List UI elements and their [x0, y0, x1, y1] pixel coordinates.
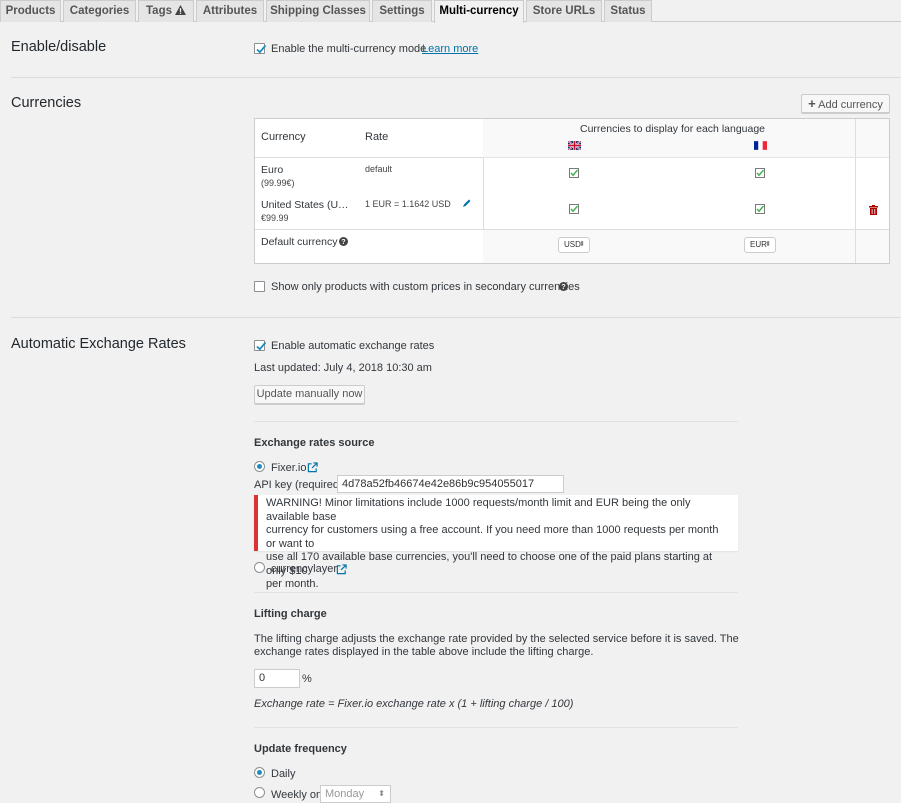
enable-section-title: Enable/disable — [11, 39, 107, 55]
tab-multi-currency[interactable]: Multi-currency — [434, 0, 524, 23]
add-currency-button[interactable]: + Add currency — [801, 94, 890, 113]
tab-store-urls[interactable]: Store URLs — [526, 0, 602, 22]
enabled-check-icon[interactable] — [755, 168, 765, 178]
enable-auto-rates-checkbox[interactable] — [254, 340, 267, 351]
api-warning-notice: WARNING! Minor limitations include 1000 … — [254, 495, 738, 590]
tab-attributes[interactable]: Attributes — [196, 0, 264, 22]
show-only-custom-prices-label: Show only products with custom prices in… — [271, 281, 580, 293]
update-frequency-heading: Update frequency — [254, 743, 347, 755]
currency-sample-usd: €99.99 — [261, 213, 289, 223]
weekday-select[interactable]: Monday ⬍ — [320, 785, 391, 803]
currency-table: Currency Rate Currencies to display for … — [254, 118, 890, 264]
exchange-source-heading: Exchange rates source — [254, 437, 375, 449]
warning-line: per month. — [266, 578, 319, 590]
plus-icon: + — [808, 96, 816, 111]
col-divider — [855, 119, 856, 263]
tab-status[interactable]: Status — [604, 0, 652, 22]
api-key-input[interactable]: 4d78a52fb46674e42e86b9c954055017 — [337, 475, 564, 493]
enabled-check-icon[interactable] — [569, 168, 579, 178]
default-currency-label: Default currency — [261, 236, 338, 248]
warning-line: WARNING! Minor limitations include 1000 … — [266, 497, 691, 523]
source-currencylayer-radio[interactable] — [254, 562, 265, 573]
enable-multicurrency-label: Enable the multi-currency mode — [271, 43, 427, 55]
currency-rate-euro: default — [365, 164, 393, 174]
tab-settings[interactable]: Settings — [372, 0, 432, 22]
enable-multicurrency-checkbox[interactable] — [254, 43, 267, 54]
tab-tags[interactable]: Tags — [138, 0, 194, 22]
exchange-rate-formula: Exchange rate = Fixer.io exchange rate x… — [254, 698, 574, 710]
divider — [254, 592, 738, 593]
percent-sign: % — [302, 673, 312, 685]
default-currency-select-fr[interactable]: EUR ⬍ — [744, 237, 776, 253]
warning-icon — [175, 5, 186, 15]
currency-name-usd: United States (U… — [261, 199, 349, 211]
tab-shipping-classes[interactable]: Shipping Classes — [266, 0, 370, 22]
show-only-custom-prices-checkbox[interactable] — [254, 281, 265, 292]
col-divider — [483, 157, 484, 229]
source-fixer-label: Fixer.io — [271, 462, 307, 474]
enabled-check-icon[interactable] — [755, 204, 765, 214]
divider — [11, 317, 901, 318]
currency-sample-euro: (99.99€) — [261, 178, 295, 188]
tab-products[interactable]: Products — [0, 0, 61, 22]
checkmark-icon — [256, 44, 267, 54]
currencies-section-title: Currencies — [11, 95, 82, 111]
fr-flag-icon — [754, 141, 767, 150]
frequency-daily-radio[interactable] — [254, 767, 265, 778]
lifting-charge-description: exchange rates displayed in the table ab… — [254, 646, 594, 658]
uk-flag-icon — [568, 141, 581, 150]
row-divider — [255, 157, 483, 158]
rate-column-header: Rate — [365, 131, 389, 143]
enable-auto-rates-label: Enable automatic exchange rates — [271, 340, 435, 352]
help-icon[interactable]: ? — [559, 282, 568, 291]
frequency-weekly-label: Weekly on — [271, 789, 323, 801]
tab-bar: Products Categories Tags Attributes Ship… — [0, 0, 901, 23]
frequency-daily-label: Daily — [271, 768, 296, 780]
source-fixer-radio[interactable] — [254, 461, 265, 472]
update-manually-button[interactable]: Update manually now — [254, 385, 365, 404]
languages-column-header: Currencies to display for each language — [580, 123, 766, 135]
lifting-charge-heading: Lifting charge — [254, 608, 327, 620]
actions-cells-bg — [855, 157, 889, 229]
last-updated-text: Last updated: July 4, 2018 10:30 am — [254, 362, 432, 374]
source-currencylayer-label: currencylayer — [271, 563, 338, 575]
warning-line: currency for customers using a free acco… — [266, 524, 719, 550]
divider — [254, 421, 738, 422]
lifting-charge-description: The lifting charge adjusts the exchange … — [254, 633, 739, 645]
learn-more-link[interactable]: Learn more — [422, 43, 478, 55]
currency-rate-usd: 1 EUR = 1.1642 USD — [365, 199, 451, 209]
enabled-check-icon[interactable] — [569, 204, 579, 214]
row-divider — [255, 229, 889, 230]
language-cells-bg — [483, 157, 855, 229]
api-key-label: API key (required) — [254, 479, 343, 491]
divider — [11, 77, 901, 78]
currency-name-euro: Euro — [261, 164, 284, 176]
external-link-icon[interactable] — [336, 564, 347, 575]
tab-categories[interactable]: Categories — [63, 0, 136, 22]
select-arrows-icon: ⬍ — [579, 241, 585, 248]
svg-text:?: ? — [341, 237, 345, 246]
lifting-charge-input[interactable]: 0 — [254, 669, 300, 688]
select-arrows-icon: ⬍ — [765, 241, 771, 248]
currency-column-header: Currency — [261, 131, 306, 143]
external-link-icon[interactable] — [307, 462, 318, 473]
svg-text:?: ? — [561, 282, 565, 291]
row-divider — [483, 157, 889, 158]
default-currency-select-en[interactable]: USD ⬍ — [558, 237, 590, 253]
trash-icon[interactable] — [869, 205, 878, 215]
frequency-weekly-radio[interactable] — [254, 787, 265, 798]
divider — [254, 727, 738, 728]
checkmark-icon — [256, 341, 267, 351]
edit-pencil-icon[interactable] — [462, 198, 472, 208]
auto-rates-section-title: Automatic Exchange Rates — [11, 336, 186, 352]
help-icon[interactable]: ? — [339, 237, 348, 246]
